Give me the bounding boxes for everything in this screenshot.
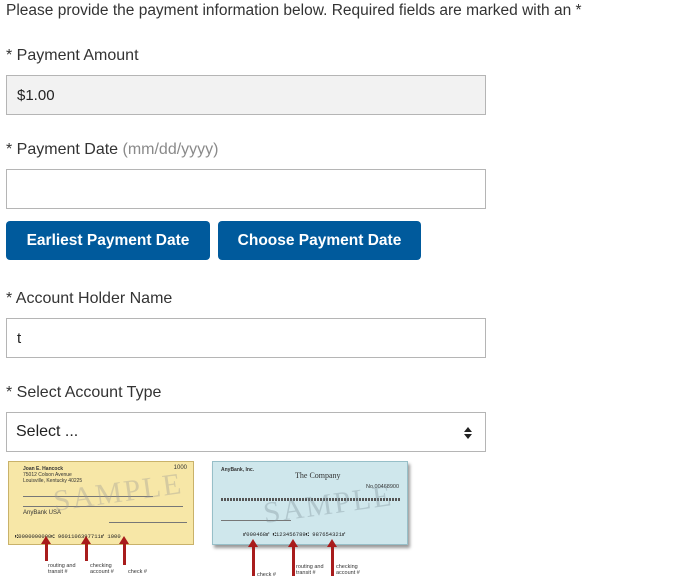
payment-date-label-text: * Payment Date (6, 141, 123, 158)
routing-arrow-a (41, 536, 51, 561)
payment-amount-field[interactable] (6, 75, 486, 115)
choose-payment-date-button[interactable]: Choose Payment Date (218, 221, 421, 260)
account-arrow-a (81, 536, 91, 561)
check-number-arrow-b (248, 539, 258, 576)
account-type-select[interactable]: Select ... (6, 412, 486, 452)
sample-check-business: AnyBank, Inc. The Company No.00468900 SA… (212, 461, 408, 545)
routing-arrow-b (288, 539, 298, 576)
sample-check-personal: Joan E. Hancock 75012 Colson Avenue Loui… (8, 461, 194, 545)
payment-date-label: * Payment Date (mm/dd/yyyy) (6, 141, 219, 159)
check-number-arrow-a (119, 536, 129, 565)
payment-date-format-hint: (mm/dd/yyyy) (122, 141, 219, 158)
check-a-micr-line: ⑆0000000000⑆ 9601106397711⑈ 1000 (15, 533, 121, 540)
account-arrow-b (327, 539, 337, 576)
account-holder-name-label: * Account Holder Name (6, 290, 173, 307)
caption-account-a: checking account # (90, 563, 114, 576)
account-type-label: * Select Account Type (6, 384, 162, 401)
account-holder-name-input[interactable] (7, 319, 485, 357)
caption-routing-a: routing and transit # (48, 563, 76, 576)
select-arrows-icon (464, 427, 472, 439)
caption-account-b: checking account # (336, 564, 360, 577)
instructions-text: Please provide the payment information b… (6, 2, 582, 19)
check-b-company: The Company (295, 471, 341, 480)
payment-date-field[interactable] (6, 169, 486, 209)
payment-date-input[interactable] (7, 170, 485, 208)
caption-check-a: check # (128, 569, 147, 575)
check-a-signature-line (109, 522, 187, 523)
check-b-micr-line: ⑈000468⑈ ⑆123456789⑆ 987654321⑈ (243, 531, 346, 538)
check-b-watermark: SAMPLE (261, 479, 395, 530)
caption-routing-b: routing and transit # (296, 564, 324, 577)
payment-amount-label: * Payment Amount (6, 47, 139, 64)
account-type-selected-value: Select ... (16, 423, 79, 440)
caption-check-b: check # (257, 572, 276, 578)
account-holder-name-field[interactable] (6, 318, 486, 358)
payment-amount-input[interactable] (7, 76, 485, 114)
check-b-bank-header: AnyBank, Inc. (221, 467, 255, 473)
earliest-payment-date-button[interactable]: Earliest Payment Date (6, 221, 210, 260)
